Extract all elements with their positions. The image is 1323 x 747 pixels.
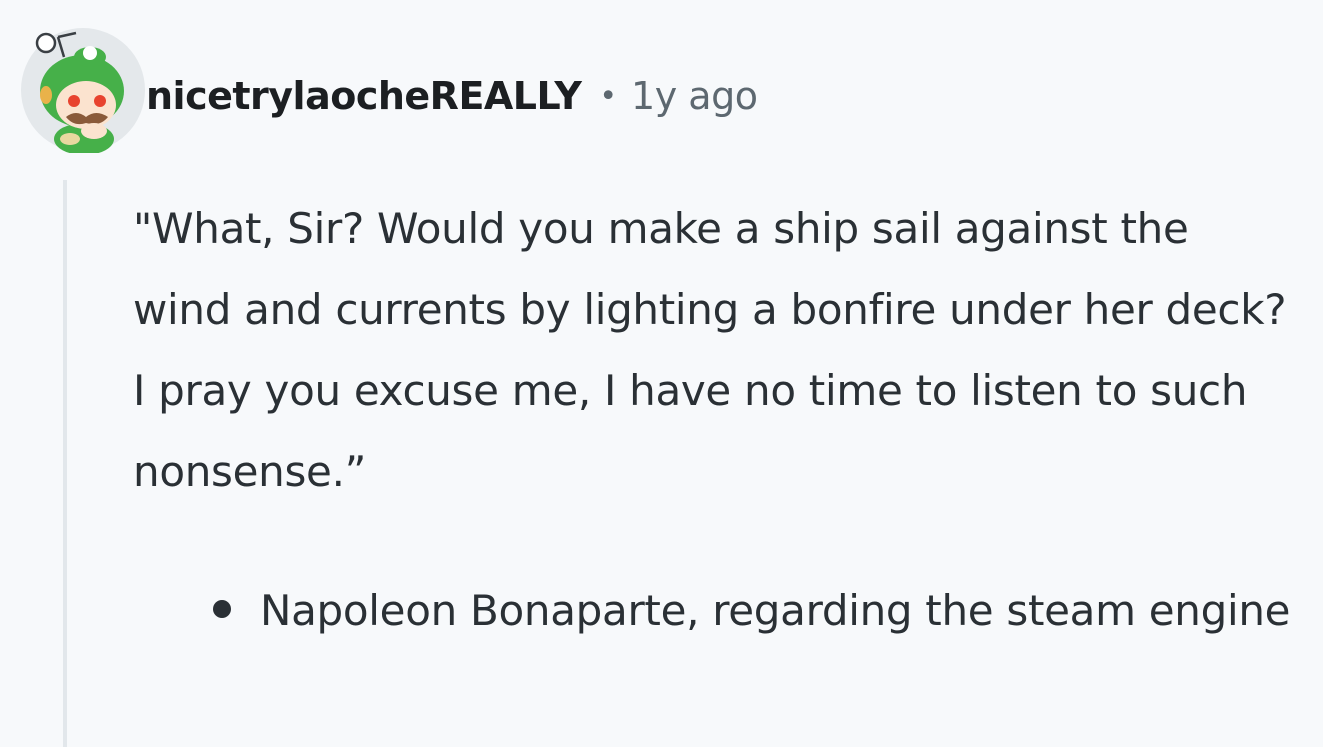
comment: nicetrylaocheREALLY • 1y ago "What, Sir?…: [0, 0, 1323, 747]
comment-bullet-list: Napoleon Bonaparte, regarding the steam …: [200, 570, 1310, 651]
comment-body: "What, Sir? Would you make a ship sail a…: [133, 204, 1287, 496]
comment-timestamp[interactable]: 1y ago: [631, 74, 758, 118]
user-avatar[interactable]: [20, 27, 146, 155]
thread-collapse-line[interactable]: [63, 180, 67, 747]
meta-separator: •: [599, 78, 618, 114]
author-username[interactable]: nicetrylaocheREALLY: [146, 74, 582, 118]
comment-meta: nicetrylaocheREALLY • 1y ago: [146, 64, 758, 128]
list-item-text: Napoleon Bonaparte, regarding the steam …: [260, 586, 1291, 635]
snoo-avatar-icon: [21, 28, 145, 155]
bullet-icon: [213, 600, 231, 618]
list-item: Napoleon Bonaparte, regarding the steam …: [200, 570, 1310, 651]
